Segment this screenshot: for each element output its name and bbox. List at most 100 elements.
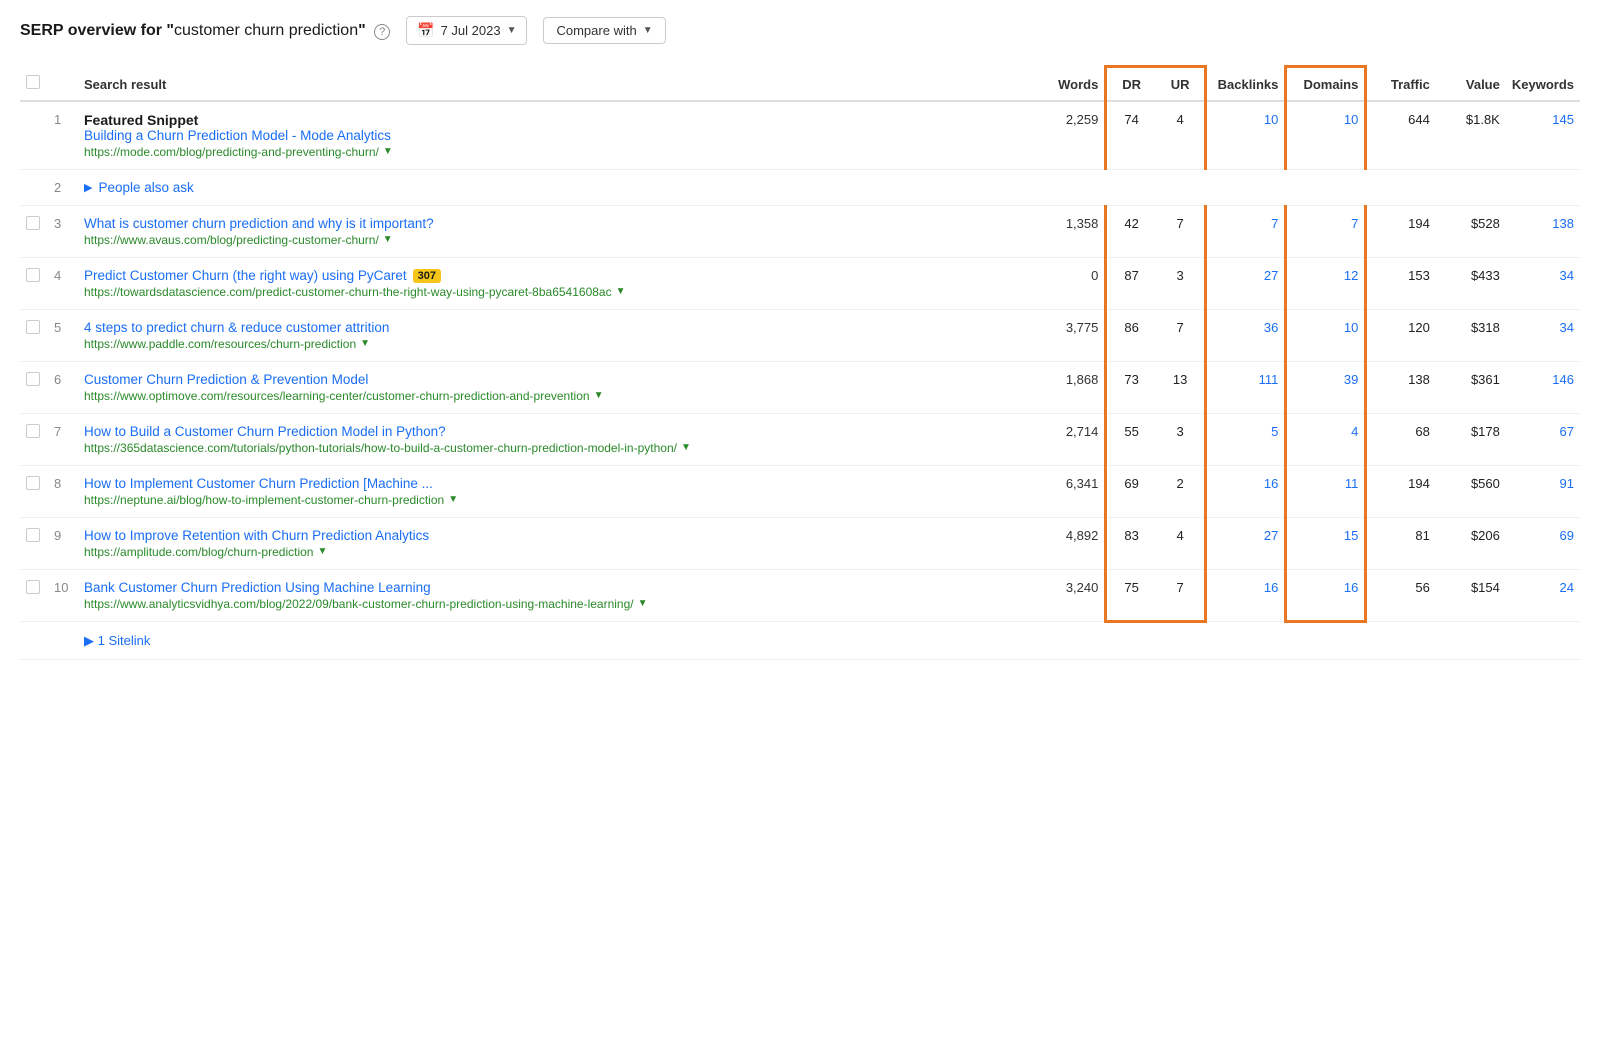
row-checkbox-cell[interactable] — [20, 257, 48, 309]
compare-with-button[interactable]: Compare with ▼ — [543, 17, 665, 44]
date-picker-button[interactable]: 📅 7 Jul 2023 ▼ — [406, 16, 527, 45]
row-keywords[interactable]: 138 — [1506, 205, 1580, 257]
row-keywords[interactable]: 146 — [1506, 361, 1580, 413]
row-words: 1,358 — [1036, 205, 1106, 257]
row-keywords[interactable]: 145 — [1506, 101, 1580, 170]
header-search-result: Search result — [78, 67, 1036, 101]
result-title-link[interactable]: What is customer churn prediction and wh… — [84, 216, 1030, 231]
row-dr: 83 — [1106, 517, 1156, 569]
row-checkbox[interactable] — [26, 476, 40, 490]
row-keywords[interactable]: 67 — [1506, 413, 1580, 465]
row-domains[interactable]: 4 — [1286, 413, 1366, 465]
header-ur: UR — [1156, 67, 1206, 101]
row-backlinks[interactable]: 36 — [1206, 309, 1286, 361]
row-backlinks[interactable]: 5 — [1206, 413, 1286, 465]
row-domains[interactable]: 39 — [1286, 361, 1366, 413]
result-url: https://towardsdatascience.com/predict-c… — [84, 285, 1030, 299]
people-also-ask[interactable]: ▶ People also ask — [84, 180, 1574, 195]
row-domains[interactable]: 12 — [1286, 257, 1366, 309]
table-row: 7 How to Build a Customer Churn Predicti… — [20, 413, 1580, 465]
row-ur: 2 — [1156, 465, 1206, 517]
row-checkbox-cell[interactable] — [20, 517, 48, 569]
row-domains[interactable]: 15 — [1286, 517, 1366, 569]
row-backlinks[interactable]: 16 — [1206, 465, 1286, 517]
row-backlinks[interactable]: 10 — [1206, 101, 1286, 170]
row-checkbox-cell — [20, 169, 48, 205]
row-checkbox[interactable] — [26, 268, 40, 282]
result-url: https://www.analyticsvidhya.com/blog/202… — [84, 597, 1030, 611]
row-checkbox[interactable] — [26, 424, 40, 438]
url-dropdown-icon[interactable]: ▼ — [681, 442, 691, 453]
date-label: 7 Jul 2023 — [441, 23, 501, 38]
row-dr: 74 — [1106, 101, 1156, 170]
sitelink-label-cell[interactable]: ▶ 1 Sitelink — [78, 621, 1580, 659]
result-title-link[interactable]: Bank Customer Churn Prediction Using Mac… — [84, 580, 1030, 595]
sitelink-num — [48, 621, 78, 659]
row-ur: 3 — [1156, 257, 1206, 309]
result-title-link[interactable]: How to Build a Customer Churn Prediction… — [84, 424, 1030, 439]
url-dropdown-icon[interactable]: ▼ — [383, 234, 393, 245]
url-dropdown-icon[interactable]: ▼ — [383, 146, 393, 157]
row-checkbox-cell[interactable] — [20, 361, 48, 413]
result-title-link[interactable]: Customer Churn Prediction & Prevention M… — [84, 372, 1030, 387]
row-checkbox[interactable] — [26, 528, 40, 542]
url-dropdown-icon[interactable]: ▼ — [448, 494, 458, 505]
url-text: https://www.analyticsvidhya.com/blog/202… — [84, 597, 634, 611]
row-keywords[interactable]: 69 — [1506, 517, 1580, 569]
row-keywords[interactable]: 24 — [1506, 569, 1580, 621]
row-search-result: Bank Customer Churn Prediction Using Mac… — [78, 569, 1036, 621]
row-keywords[interactable]: 34 — [1506, 309, 1580, 361]
result-title-link[interactable]: Predict Customer Churn (the right way) u… — [84, 268, 1030, 283]
row-ur: 7 — [1156, 309, 1206, 361]
row-search-result: Predict Customer Churn (the right way) u… — [78, 257, 1036, 309]
row-words: 3,775 — [1036, 309, 1106, 361]
row-checkbox-cell[interactable] — [20, 465, 48, 517]
row-backlinks[interactable]: 111 — [1206, 361, 1286, 413]
sitelink-label[interactable]: ▶ 1 Sitelink — [84, 633, 150, 648]
row-ur: 7 — [1156, 205, 1206, 257]
row-search-result: Featured Snippet Building a Churn Predic… — [78, 101, 1036, 170]
header-checkbox[interactable] — [20, 67, 48, 101]
row-keywords[interactable]: 34 — [1506, 257, 1580, 309]
row-number: 1 — [48, 101, 78, 170]
result-title-link[interactable]: How to Improve Retention with Churn Pred… — [84, 528, 1030, 543]
row-domains[interactable]: 16 — [1286, 569, 1366, 621]
row-backlinks[interactable]: 27 — [1206, 517, 1286, 569]
row-backlinks[interactable]: 16 — [1206, 569, 1286, 621]
row-checkbox-cell[interactable] — [20, 569, 48, 621]
table-row: 5 4 steps to predict churn & reduce cust… — [20, 309, 1580, 361]
url-dropdown-icon[interactable]: ▼ — [360, 338, 370, 349]
row-checkbox[interactable] — [26, 216, 40, 230]
help-icon[interactable]: ? — [374, 24, 390, 40]
row-checkbox[interactable] — [26, 320, 40, 334]
row-checkbox[interactable] — [26, 372, 40, 386]
row-domains[interactable]: 10 — [1286, 101, 1366, 170]
row-domains[interactable]: 10 — [1286, 309, 1366, 361]
row-search-result: How to Build a Customer Churn Prediction… — [78, 413, 1036, 465]
result-title-link[interactable]: How to Implement Customer Churn Predicti… — [84, 476, 1030, 491]
url-dropdown-icon[interactable]: ▼ — [594, 390, 604, 401]
url-dropdown-icon[interactable]: ▼ — [638, 598, 648, 609]
url-dropdown-icon[interactable]: ▼ — [317, 546, 327, 557]
result-title-link[interactable]: Building a Churn Prediction Model - Mode… — [84, 128, 1030, 143]
url-text: https://365datascience.com/tutorials/pyt… — [84, 441, 677, 455]
sitelink-checkbox-cell — [20, 621, 48, 659]
header-checkbox-box[interactable] — [26, 75, 40, 89]
row-checkbox-cell[interactable] — [20, 413, 48, 465]
row-checkbox-cell[interactable] — [20, 205, 48, 257]
sitelink-row: ▶ 1 Sitelink — [20, 621, 1580, 659]
row-checkbox-cell[interactable] — [20, 309, 48, 361]
row-checkbox[interactable] — [26, 580, 40, 594]
row-value: $206 — [1436, 517, 1506, 569]
row-number: 9 — [48, 517, 78, 569]
row-keywords[interactable]: 91 — [1506, 465, 1580, 517]
url-dropdown-icon[interactable]: ▼ — [616, 286, 626, 297]
chevron-down-icon-compare: ▼ — [643, 25, 653, 36]
row-backlinks[interactable]: 7 — [1206, 205, 1286, 257]
row-domains[interactable]: 7 — [1286, 205, 1366, 257]
result-title-link[interactable]: 4 steps to predict churn & reduce custom… — [84, 320, 1030, 335]
row-backlinks[interactable]: 27 — [1206, 257, 1286, 309]
row-traffic: 138 — [1366, 361, 1436, 413]
row-search-result: Customer Churn Prediction & Prevention M… — [78, 361, 1036, 413]
row-domains[interactable]: 11 — [1286, 465, 1366, 517]
